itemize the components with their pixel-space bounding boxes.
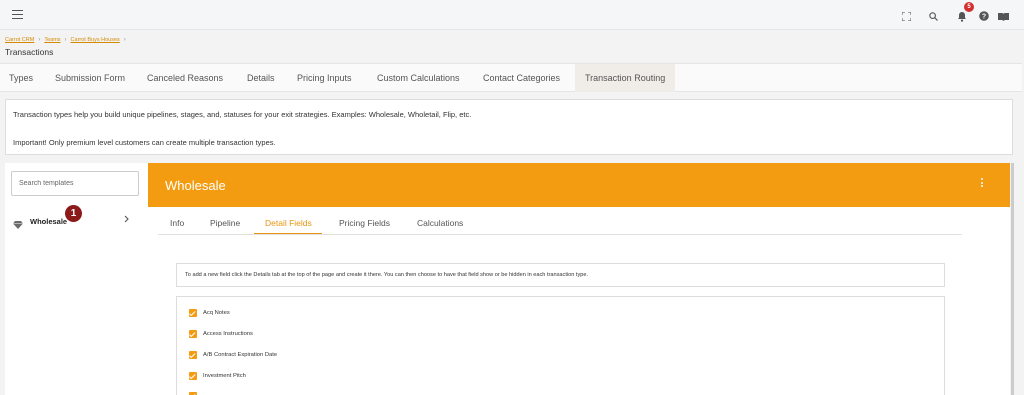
chevron-right-icon bbox=[124, 215, 129, 225]
hamburger-menu-icon[interactable] bbox=[12, 10, 23, 19]
breadcrumb-carrot-buys-houses[interactable]: Carrot Buys Houses bbox=[71, 37, 120, 43]
tab-custom-calculations[interactable]: Custom Calculations bbox=[377, 64, 460, 92]
top-bar: 5 ? bbox=[0, 0, 1024, 30]
field-row-investment-pitch[interactable]: Investment Pitch bbox=[189, 371, 246, 381]
field-label: Access Instructions bbox=[203, 331, 253, 337]
breadcrumb-teams[interactable]: Teams bbox=[44, 37, 60, 43]
notification-count-badge: 5 bbox=[964, 2, 974, 12]
checkbox-checked-icon[interactable] bbox=[189, 351, 197, 359]
page-header: Carrot CRM › Teams › Carrot Buys Houses … bbox=[0, 30, 1022, 63]
info-text: Transaction types help you build unique … bbox=[13, 110, 472, 119]
help-icon[interactable]: ? bbox=[977, 9, 991, 23]
step-marker-1: 1 bbox=[65, 205, 82, 222]
field-label: A/B Contract Expiration Date bbox=[203, 352, 278, 358]
scrollbar[interactable] bbox=[1011, 163, 1014, 395]
tab-types[interactable]: Types bbox=[9, 64, 33, 92]
template-subtabs: Info Pipeline Detail Fields Pricing Fiel… bbox=[158, 210, 962, 235]
note-text: To add a new field click the Details tab… bbox=[185, 272, 589, 278]
subtab-pipeline[interactable]: Pipeline bbox=[210, 210, 240, 234]
field-row-acq-notes[interactable]: Acq Notes bbox=[189, 308, 230, 318]
fields-list: Acq Notes Access Instructions A/B Contra… bbox=[176, 296, 945, 395]
breadcrumb: Carrot CRM › Teams › Carrot Buys Houses … bbox=[5, 37, 126, 43]
checkbox-checked-icon[interactable] bbox=[189, 330, 197, 338]
tab-contact-categories[interactable]: Contact Categories bbox=[483, 64, 560, 92]
search-templates-input[interactable] bbox=[11, 171, 139, 196]
book-icon[interactable] bbox=[996, 9, 1010, 23]
info-important-text: Important! Only premium level customers … bbox=[13, 138, 276, 147]
checkbox-checked-icon[interactable] bbox=[189, 372, 197, 380]
tab-submission-form[interactable]: Submission Form bbox=[55, 64, 125, 92]
tab-canceled-reasons[interactable]: Canceled Reasons bbox=[147, 64, 223, 92]
field-label: Investment Pitch bbox=[203, 373, 246, 379]
gem-icon bbox=[13, 216, 23, 234]
detail-fields-note: To add a new field click the Details tab… bbox=[176, 263, 945, 287]
subtab-info[interactable]: Info bbox=[170, 210, 184, 234]
expand-icon[interactable] bbox=[899, 9, 913, 23]
template-detail-panel: Wholesale Info Pipeline Detail Fields Pr… bbox=[148, 163, 1010, 395]
template-banner: Wholesale bbox=[148, 163, 1010, 207]
breadcrumb-separator: › bbox=[64, 37, 67, 43]
breadcrumb-separator: › bbox=[123, 37, 126, 43]
info-box: Transaction types help you build unique … bbox=[5, 99, 1013, 155]
field-label: Acq Notes bbox=[203, 310, 230, 316]
more-options-icon[interactable] bbox=[980, 178, 984, 190]
tab-details[interactable]: Details bbox=[247, 64, 275, 92]
checkbox-checked-icon[interactable] bbox=[189, 309, 197, 317]
breadcrumb-separator: › bbox=[38, 37, 41, 43]
subtab-calculations[interactable]: Calculations bbox=[417, 210, 463, 234]
sidebar-item-label: Wholesale bbox=[30, 217, 68, 226]
subtab-detail-fields[interactable]: Detail Fields bbox=[254, 210, 322, 234]
field-row-partial[interactable] bbox=[189, 391, 203, 395]
page-title: Transactions bbox=[5, 47, 54, 57]
main-tabs: Types Submission Form Canceled Reasons D… bbox=[0, 63, 1022, 92]
breadcrumb-carrot-crm[interactable]: Carrot CRM bbox=[5, 37, 34, 43]
field-row-access-instructions[interactable]: Access Instructions bbox=[189, 329, 253, 339]
field-row-ab-contract-expiration-date[interactable]: A/B Contract Expiration Date bbox=[189, 350, 277, 360]
templates-sidebar: Wholesale bbox=[5, 163, 148, 395]
tab-transaction-routing[interactable]: Transaction Routing bbox=[575, 64, 676, 92]
template-title: Wholesale bbox=[165, 178, 226, 193]
subtab-pricing-fields[interactable]: Pricing Fields bbox=[339, 210, 390, 234]
search-icon[interactable] bbox=[926, 9, 940, 23]
svg-text:?: ? bbox=[982, 14, 986, 21]
tab-pricing-inputs[interactable]: Pricing Inputs bbox=[297, 64, 352, 92]
